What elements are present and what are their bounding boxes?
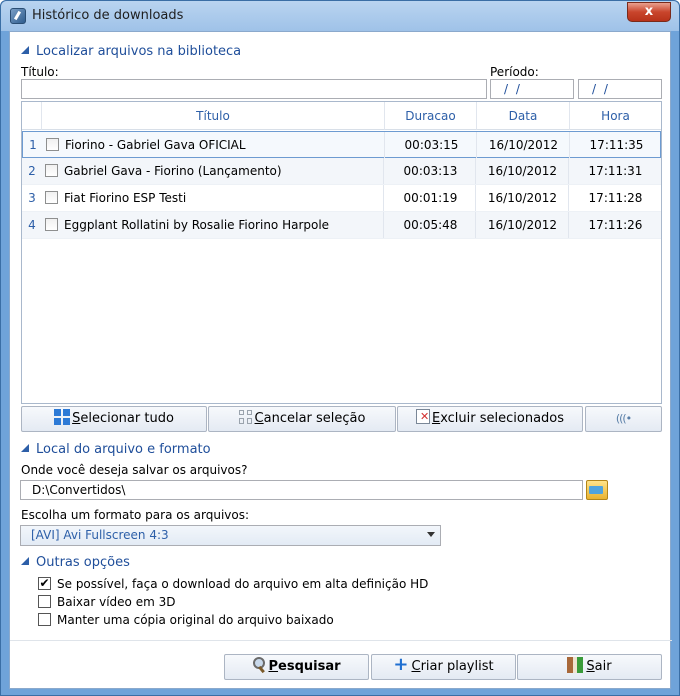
row-date: 16/10/2012 — [477, 212, 569, 238]
table-row[interactable]: 3 Fiat Fiorino ESP Testi 00:01:19 16/10/… — [22, 185, 661, 212]
chevron-down-icon — [427, 532, 435, 537]
row-date: 16/10/2012 — [477, 185, 569, 211]
keep-original-label: Manter uma cópia original do arquivo bai… — [57, 613, 334, 627]
exit-door-icon — [567, 656, 584, 673]
format-select[interactable]: [AVI] Avi Fullscreen 4:3 — [20, 525, 441, 546]
row-time: 17:11:35 — [589, 138, 644, 152]
row-duration: 00:03:13 — [386, 158, 476, 184]
header-date[interactable]: Data — [477, 102, 570, 130]
period-to-input[interactable]: / / — [578, 79, 662, 99]
format-selected-value: [AVI] Avi Fullscreen 4:3 — [31, 528, 169, 542]
title-label: Título: — [21, 65, 59, 79]
row-duration: 00:01:19 — [386, 185, 476, 211]
header-number — [22, 102, 42, 130]
app-icon — [10, 8, 26, 24]
location-section-title: Local do arquivo e formato — [36, 442, 211, 457]
cancel-selection-button[interactable]: Cancelar seleção — [208, 406, 396, 432]
row-date: 16/10/2012 — [478, 132, 570, 158]
3d-download-checkbox[interactable] — [38, 595, 51, 608]
title-search-input[interactable] — [21, 79, 487, 99]
table-row[interactable]: 1 Fiorino - Gabriel Gava OFICIAL 00:03:1… — [22, 131, 661, 158]
other-options-title: Outras opções — [36, 555, 130, 570]
row-number: 1 — [29, 138, 37, 152]
row-duration: 00:03:15 — [387, 132, 477, 158]
close-button[interactable]: x — [627, 2, 671, 22]
header-duration[interactable]: Duracao — [385, 102, 477, 130]
row-number: 4 — [28, 218, 36, 232]
table-row[interactable]: 4 Eggplant Rollatini by Rosalie Fiorino … — [22, 212, 661, 239]
collapse-arrow-icon — [21, 46, 30, 55]
create-playlist-button[interactable]: + Criar playlist — [371, 654, 516, 680]
search-icon — [252, 656, 266, 673]
period-from-input[interactable]: / / — [490, 79, 574, 99]
3d-download-label: Baixar vídeo em 3D — [57, 595, 176, 609]
speaker-icon: (((• — [615, 412, 632, 425]
exit-button[interactable]: Sair — [517, 654, 662, 680]
sound-button[interactable]: (((• — [585, 406, 662, 432]
footer-divider — [10, 640, 672, 641]
row-checkbox[interactable] — [45, 191, 58, 204]
delete-selected-button[interactable]: Excluir selecionados — [397, 406, 583, 432]
format-label: Escolha um formato para os arquivos: — [21, 508, 250, 522]
header-time[interactable]: Hora — [570, 102, 661, 130]
row-checkbox[interactable] — [45, 218, 58, 231]
period-label: Período: — [490, 65, 539, 79]
window: Histórico de downloads x Localizar arqui… — [0, 0, 680, 696]
row-title: Fiat Fiorino ESP Testi — [64, 185, 384, 211]
library-section-title: Localizar arquivos na biblioteca — [36, 44, 242, 59]
row-checkbox[interactable] — [45, 164, 58, 177]
window-title: Histórico de downloads — [32, 8, 184, 23]
delete-icon — [415, 409, 430, 424]
library-section-header[interactable]: Localizar arquivos na biblioteca — [21, 44, 241, 59]
other-options-section-header[interactable]: Outras opções — [21, 555, 130, 570]
downloads-table: Título Duracao Data Hora 1 Fiorino - Gab… — [21, 101, 662, 404]
dialog-body: Localizar arquivos na biblioteca Título:… — [9, 31, 672, 689]
select-all-icon — [54, 408, 71, 425]
browse-folder-icon[interactable] — [586, 480, 608, 500]
keep-original-checkbox[interactable] — [38, 613, 51, 626]
header-title[interactable]: Título — [42, 102, 385, 130]
save-location-label: Onde você deseja salvar os arquivos? — [21, 463, 248, 477]
collapse-arrow-icon — [21, 444, 30, 453]
collapse-arrow-icon — [21, 557, 30, 566]
row-time: 17:11:26 — [588, 218, 643, 232]
row-title: Eggplant Rollatini by Rosalie Fiorino Ha… — [64, 212, 384, 238]
row-duration: 00:05:48 — [386, 212, 476, 238]
select-all-button[interactable]: Selecionar tudo — [21, 406, 207, 432]
row-time: 17:11:28 — [588, 191, 643, 205]
row-title: Gabriel Gava - Fiorino (Lançamento) — [64, 158, 384, 184]
location-section-header[interactable]: Local do arquivo e formato — [21, 442, 211, 457]
table-row[interactable]: 2 Gabriel Gava - Fiorino (Lançamento) 00… — [22, 158, 661, 185]
row-number: 3 — [28, 191, 36, 205]
hd-download-label: Se possível, faça o download do arquivo … — [57, 577, 429, 591]
row-date: 16/10/2012 — [477, 158, 569, 184]
search-button[interactable]: Pesquisar — [224, 654, 369, 680]
cancel-selection-icon — [238, 409, 253, 424]
plus-icon: + — [393, 653, 409, 675]
close-icon: x — [644, 4, 654, 19]
title-bar[interactable]: Histórico de downloads x — [1, 1, 679, 31]
hd-download-checkbox[interactable]: ✔ — [38, 577, 51, 590]
row-number: 2 — [28, 164, 36, 178]
row-checkbox[interactable] — [46, 138, 59, 151]
row-title: Fiorino - Gabriel Gava OFICIAL — [65, 132, 385, 158]
row-time: 17:11:31 — [588, 164, 643, 178]
save-path-input[interactable]: D:\Convertidos\ — [20, 480, 583, 500]
